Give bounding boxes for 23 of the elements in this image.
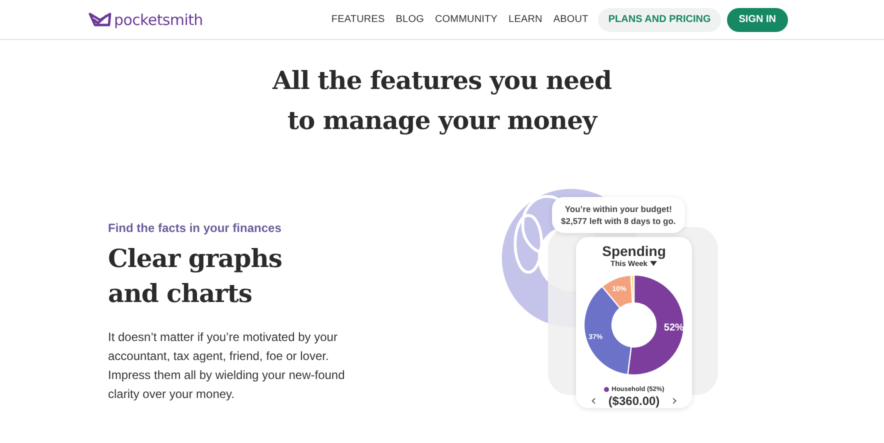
amount-text: ($360.00): [608, 394, 660, 408]
hero-heading: to manage your money: [287, 105, 597, 137]
feature-heading: Clear graphs and charts: [108, 243, 283, 310]
nav-link[interactable]: FEATURES: [331, 14, 385, 25]
pricing-button[interactable]: PLANS AND PRICING: [598, 8, 721, 32]
card-title: Spending: [602, 243, 666, 259]
feature-paragraph: It doesn’t matter if you’re motivated by your accountant, tax agent, friend, foe or lover. Impress them all by wielding your new-found clarity over your money.: [108, 329, 346, 403]
nav-link[interactable]: LEARN: [508, 14, 542, 25]
legend-dot: [604, 387, 609, 392]
nav-link[interactable]: ABOUT: [553, 14, 588, 25]
bubble-text: You’re within your budget!: [564, 203, 673, 215]
nav-link[interactable]: COMMUNITY: [434, 14, 498, 25]
previous-button[interactable]: ‹: [588, 393, 598, 409]
slice-label: 52%: [664, 322, 684, 334]
logo-text[interactable]: pocketsmith: [114, 10, 203, 28]
bubble-text: $2,577 left with 8 days to go.: [561, 215, 676, 227]
sign-in-button[interactable]: SIGN IN: [726, 8, 788, 32]
nav-link[interactable]: BLOG: [396, 14, 424, 25]
caret-icon: [650, 261, 658, 266]
hero-heading: All the features you need: [272, 65, 612, 97]
eyebrow-text: Find the facts in your finances: [108, 221, 282, 235]
logo-icon: [88, 10, 112, 28]
next-button[interactable]: ›: [670, 393, 680, 409]
